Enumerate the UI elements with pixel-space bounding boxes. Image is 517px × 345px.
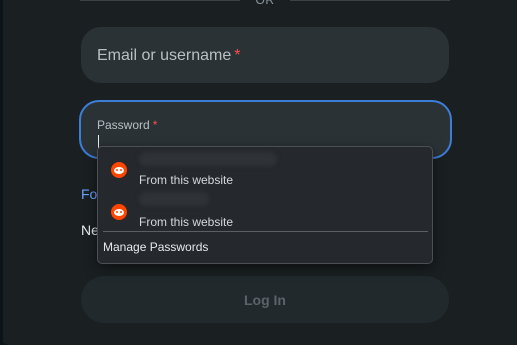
password-field-label: Password * (97, 118, 158, 132)
divider-text: OR (255, 0, 275, 7)
redacted-username (139, 192, 209, 206)
required-mark: * (152, 118, 158, 132)
manage-passwords-item[interactable]: Manage Passwords (103, 240, 208, 254)
required-mark: * (234, 47, 241, 64)
credential-source: From this website (139, 215, 234, 229)
email-field-label: Email or username * (97, 47, 241, 64)
password-autofill-popup: From this website From this website Mana… (97, 146, 433, 264)
saved-credential-item[interactable]: From this website (98, 149, 432, 189)
forgot-password-link[interactable]: Fo (81, 186, 97, 202)
or-divider: OR (80, 0, 450, 9)
divider-line-right (290, 0, 450, 1)
email-field[interactable]: Email or username * (81, 27, 449, 83)
redacted-username (139, 152, 277, 166)
reddit-icon (111, 162, 127, 178)
backdrop-strip (0, 0, 3, 345)
reddit-icon (111, 204, 127, 220)
login-button[interactable]: Log In (81, 276, 449, 323)
popup-divider (103, 231, 428, 232)
saved-credential-item[interactable]: From this website (98, 191, 432, 231)
credential-source: From this website (139, 173, 234, 187)
